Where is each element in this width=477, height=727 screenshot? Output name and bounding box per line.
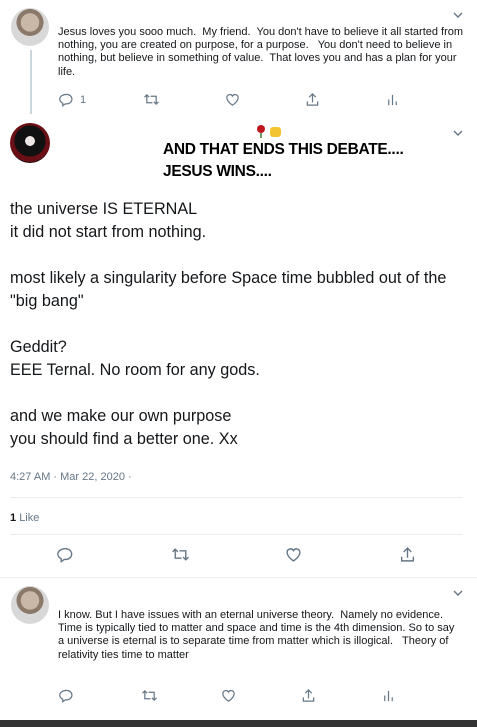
analytics-button[interactable] bbox=[381, 688, 396, 703]
reply-icon bbox=[57, 547, 73, 563]
tweet-text: the universe IS ETERNAL it did not start… bbox=[10, 200, 447, 448]
tweet-text: Jesus loves you sooo much. My friend. Yo… bbox=[58, 26, 467, 78]
retweet-button[interactable] bbox=[143, 92, 225, 107]
retweet-icon bbox=[142, 689, 157, 702]
retweet-icon bbox=[144, 93, 159, 106]
like-icon bbox=[226, 94, 239, 106]
like-count-label: Like bbox=[19, 512, 40, 524]
chevron-down-icon[interactable] bbox=[451, 8, 465, 22]
share-icon bbox=[306, 93, 319, 106]
like-count-number: 1 bbox=[10, 512, 17, 524]
analytics-button[interactable] bbox=[385, 92, 400, 107]
tweet-actions: 1 bbox=[59, 92, 400, 107]
tweet-text: I know. But I have issues with an eterna… bbox=[58, 609, 458, 661]
like-button[interactable] bbox=[285, 546, 399, 563]
chevron-down-icon[interactable] bbox=[451, 586, 465, 600]
like-icon bbox=[222, 690, 235, 702]
reply-button[interactable] bbox=[57, 546, 171, 563]
tweet-timestamp[interactable]: 4:27 AM · Mar 22, 2020 · bbox=[10, 471, 132, 483]
share-icon bbox=[302, 689, 315, 702]
reply-button[interactable] bbox=[59, 688, 141, 703]
reply-icon bbox=[59, 689, 73, 703]
meme-caption: AND THAT ENDS THIS DEBATE.... JESUS WINS… bbox=[163, 141, 404, 180]
analytics-icon bbox=[388, 94, 397, 106]
divider bbox=[10, 497, 463, 498]
like-button[interactable] bbox=[225, 92, 305, 107]
retweet-button[interactable] bbox=[171, 546, 285, 563]
reply-icon bbox=[59, 93, 73, 107]
reply-button[interactable]: 1 bbox=[59, 92, 143, 107]
avatar[interactable] bbox=[10, 123, 50, 163]
avatar[interactable] bbox=[11, 586, 49, 624]
share-button[interactable] bbox=[301, 688, 381, 703]
tweet-actions bbox=[57, 546, 416, 563]
retweet-icon bbox=[172, 548, 189, 561]
retweet-button[interactable] bbox=[141, 688, 221, 703]
tweet-separator bbox=[0, 577, 477, 578]
like-icon bbox=[286, 548, 301, 562]
tweet-actions bbox=[59, 688, 396, 703]
avatar[interactable] bbox=[11, 8, 49, 46]
like-button[interactable] bbox=[221, 688, 301, 703]
reply-count: 1 bbox=[80, 93, 87, 106]
divider bbox=[10, 534, 463, 535]
chevron-down-icon[interactable] bbox=[451, 126, 465, 140]
share-icon bbox=[400, 547, 415, 562]
thread-line bbox=[30, 50, 32, 114]
share-button[interactable] bbox=[399, 546, 416, 563]
bottom-bar bbox=[0, 720, 477, 727]
fist-emoji bbox=[269, 124, 281, 138]
like-count[interactable]: 1 Like bbox=[10, 512, 39, 524]
rose-emoji bbox=[255, 124, 267, 138]
analytics-icon bbox=[384, 690, 393, 702]
share-button[interactable] bbox=[305, 92, 385, 107]
